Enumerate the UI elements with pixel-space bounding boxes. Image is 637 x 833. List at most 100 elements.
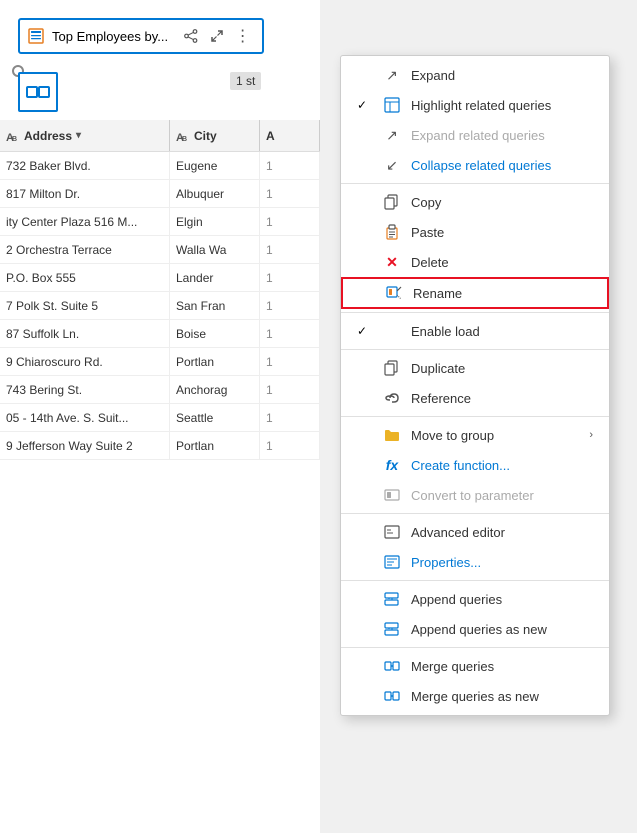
share-icon[interactable] bbox=[180, 25, 202, 47]
address-cell: 732 Baker Blvd. bbox=[0, 152, 170, 179]
menu-icon-create-function: fx bbox=[383, 457, 401, 473]
extra-cell: 1 bbox=[260, 404, 320, 431]
menu-icon-convert-param bbox=[383, 487, 401, 503]
address-dropdown-icon[interactable]: ▾ bbox=[76, 130, 81, 141]
menu-icon-rename bbox=[385, 285, 403, 301]
step-badge: 1 st bbox=[230, 72, 261, 90]
menu-label-duplicate: Duplicate bbox=[411, 361, 593, 376]
extra-column-header: A bbox=[260, 120, 320, 151]
extra-cell: 1 bbox=[260, 348, 320, 375]
city-cell: Anchorag bbox=[170, 376, 260, 403]
menu-item-copy[interactable]: Copy bbox=[341, 187, 609, 217]
extra-cell: 1 bbox=[260, 236, 320, 263]
address-cell: 05 - 14th Ave. S. Suit... bbox=[0, 404, 170, 431]
menu-separator bbox=[341, 647, 609, 648]
menu-label-collapse-related: Collapse related queries bbox=[411, 158, 593, 173]
table-row: 9 Jefferson Way Suite 2 Portlan 1 bbox=[0, 432, 320, 460]
menu-item-advanced-editor[interactable]: Advanced editor bbox=[341, 517, 609, 547]
menu-check-highlight: ✓ bbox=[357, 98, 373, 112]
menu-icon-duplicate bbox=[383, 360, 401, 376]
address-cell: ity Center Plaza 516 M... bbox=[0, 208, 170, 235]
menu-item-merge-queries[interactable]: Merge queries bbox=[341, 651, 609, 681]
menu-icon-paste bbox=[383, 224, 401, 240]
city-cell: Elgin bbox=[170, 208, 260, 235]
menu-item-expand[interactable]: ↗Expand bbox=[341, 60, 609, 90]
table-row: 817 Milton Dr. Albuquer 1 bbox=[0, 180, 320, 208]
table-header: A B Address ▾ A B City A bbox=[0, 120, 320, 152]
menu-label-enable-load: Enable load bbox=[411, 324, 593, 339]
menu-label-merge-queries-new: Merge queries as new bbox=[411, 689, 593, 704]
menu-item-move-to-group[interactable]: Move to group› bbox=[341, 420, 609, 450]
menu-item-highlight[interactable]: ✓ Highlight related queries bbox=[341, 90, 609, 120]
context-menu: ↗Expand✓ Highlight related queries↗Expan… bbox=[340, 55, 610, 716]
menu-item-convert-param: Convert to parameter bbox=[341, 480, 609, 510]
menu-item-append-queries-new[interactable]: Append queries as new bbox=[341, 614, 609, 644]
menu-separator bbox=[341, 416, 609, 417]
menu-label-expand-related: Expand related queries bbox=[411, 128, 593, 143]
menu-item-collapse-related[interactable]: ↙Collapse related queries bbox=[341, 150, 609, 180]
extra-cell: 1 bbox=[260, 376, 320, 403]
menu-icon-copy bbox=[383, 194, 401, 210]
menu-icon-merge-queries bbox=[383, 658, 401, 674]
table-row: P.O. Box 555 Lander 1 bbox=[0, 264, 320, 292]
menu-label-rename: Rename bbox=[413, 286, 591, 301]
city-cell: Seattle bbox=[170, 404, 260, 431]
menu-item-properties[interactable]: Properties... bbox=[341, 547, 609, 577]
address-cell: P.O. Box 555 bbox=[0, 264, 170, 291]
menu-label-highlight: Highlight related queries bbox=[411, 98, 593, 113]
address-cell: 2 Orchestra Terrace bbox=[0, 236, 170, 263]
menu-label-move-to-group: Move to group bbox=[411, 428, 579, 443]
extra-cell: 1 bbox=[260, 432, 320, 459]
menu-label-properties: Properties... bbox=[411, 555, 593, 570]
menu-item-reference[interactable]: Reference bbox=[341, 383, 609, 413]
address-cell: 9 Chiaroscuro Rd. bbox=[0, 348, 170, 375]
city-cell: Walla Wa bbox=[170, 236, 260, 263]
menu-item-expand-related: ↗ Expand related queries bbox=[341, 120, 609, 150]
menu-check-enable-load: ✓ bbox=[357, 324, 373, 338]
menu-label-advanced-editor: Advanced editor bbox=[411, 525, 593, 540]
menu-item-create-function[interactable]: fxCreate function... bbox=[341, 450, 609, 480]
merge-icon bbox=[18, 72, 58, 112]
menu-icon-delete: ✕ bbox=[383, 254, 401, 271]
menu-icon-advanced-editor bbox=[383, 524, 401, 540]
menu-label-merge-queries: Merge queries bbox=[411, 659, 593, 674]
expand-icon[interactable] bbox=[206, 25, 228, 47]
extra-cell: 1 bbox=[260, 320, 320, 347]
query-tab[interactable]: Top Employees by... ⋮ bbox=[18, 18, 264, 54]
more-options-icon[interactable]: ⋮ bbox=[232, 25, 254, 47]
address-cell: 9 Jefferson Way Suite 2 bbox=[0, 432, 170, 459]
menu-label-reference: Reference bbox=[411, 391, 593, 406]
menu-item-duplicate[interactable]: Duplicate bbox=[341, 353, 609, 383]
city-cell: Eugene bbox=[170, 152, 260, 179]
table-row: 7 Polk St. Suite 5 San Fran 1 bbox=[0, 292, 320, 320]
extra-cell: 1 bbox=[260, 152, 320, 179]
menu-icon-expand-related: ↗ bbox=[383, 127, 401, 144]
table-row: 743 Bering St. Anchorag 1 bbox=[0, 376, 320, 404]
menu-separator bbox=[341, 183, 609, 184]
table-row: 2 Orchestra Terrace Walla Wa 1 bbox=[0, 236, 320, 264]
menu-icon-append-queries-new bbox=[383, 621, 401, 637]
menu-item-delete[interactable]: ✕Delete bbox=[341, 247, 609, 277]
menu-icon-append-queries bbox=[383, 591, 401, 607]
menu-icon-properties bbox=[383, 554, 401, 570]
menu-icon-merge-queries-new bbox=[383, 688, 401, 704]
menu-label-copy: Copy bbox=[411, 195, 593, 210]
city-cell: Albuquer bbox=[170, 180, 260, 207]
menu-item-paste[interactable]: Paste bbox=[341, 217, 609, 247]
menu-label-append-queries: Append queries bbox=[411, 592, 593, 607]
city-cell: San Fran bbox=[170, 292, 260, 319]
menu-item-merge-queries-new[interactable]: Merge queries as new bbox=[341, 681, 609, 711]
svg-text:B: B bbox=[182, 136, 187, 143]
table-row: ity Center Plaza 516 M... Elgin 1 bbox=[0, 208, 320, 236]
table-row: 732 Baker Blvd. Eugene 1 bbox=[0, 152, 320, 180]
city-column-header: A B City bbox=[170, 120, 260, 151]
menu-item-enable-load[interactable]: ✓ Enable load bbox=[341, 316, 609, 346]
extra-cell: 1 bbox=[260, 208, 320, 235]
menu-item-append-queries[interactable]: Append queries bbox=[341, 584, 609, 614]
address-cell: 7 Polk St. Suite 5 bbox=[0, 292, 170, 319]
menu-icon-expand: ↗ bbox=[383, 67, 401, 84]
table-row: 05 - 14th Ave. S. Suit... Seattle 1 bbox=[0, 404, 320, 432]
menu-item-rename[interactable]: Rename bbox=[341, 277, 609, 309]
query-tab-actions: ⋮ bbox=[180, 25, 254, 47]
address-cell: 743 Bering St. bbox=[0, 376, 170, 403]
